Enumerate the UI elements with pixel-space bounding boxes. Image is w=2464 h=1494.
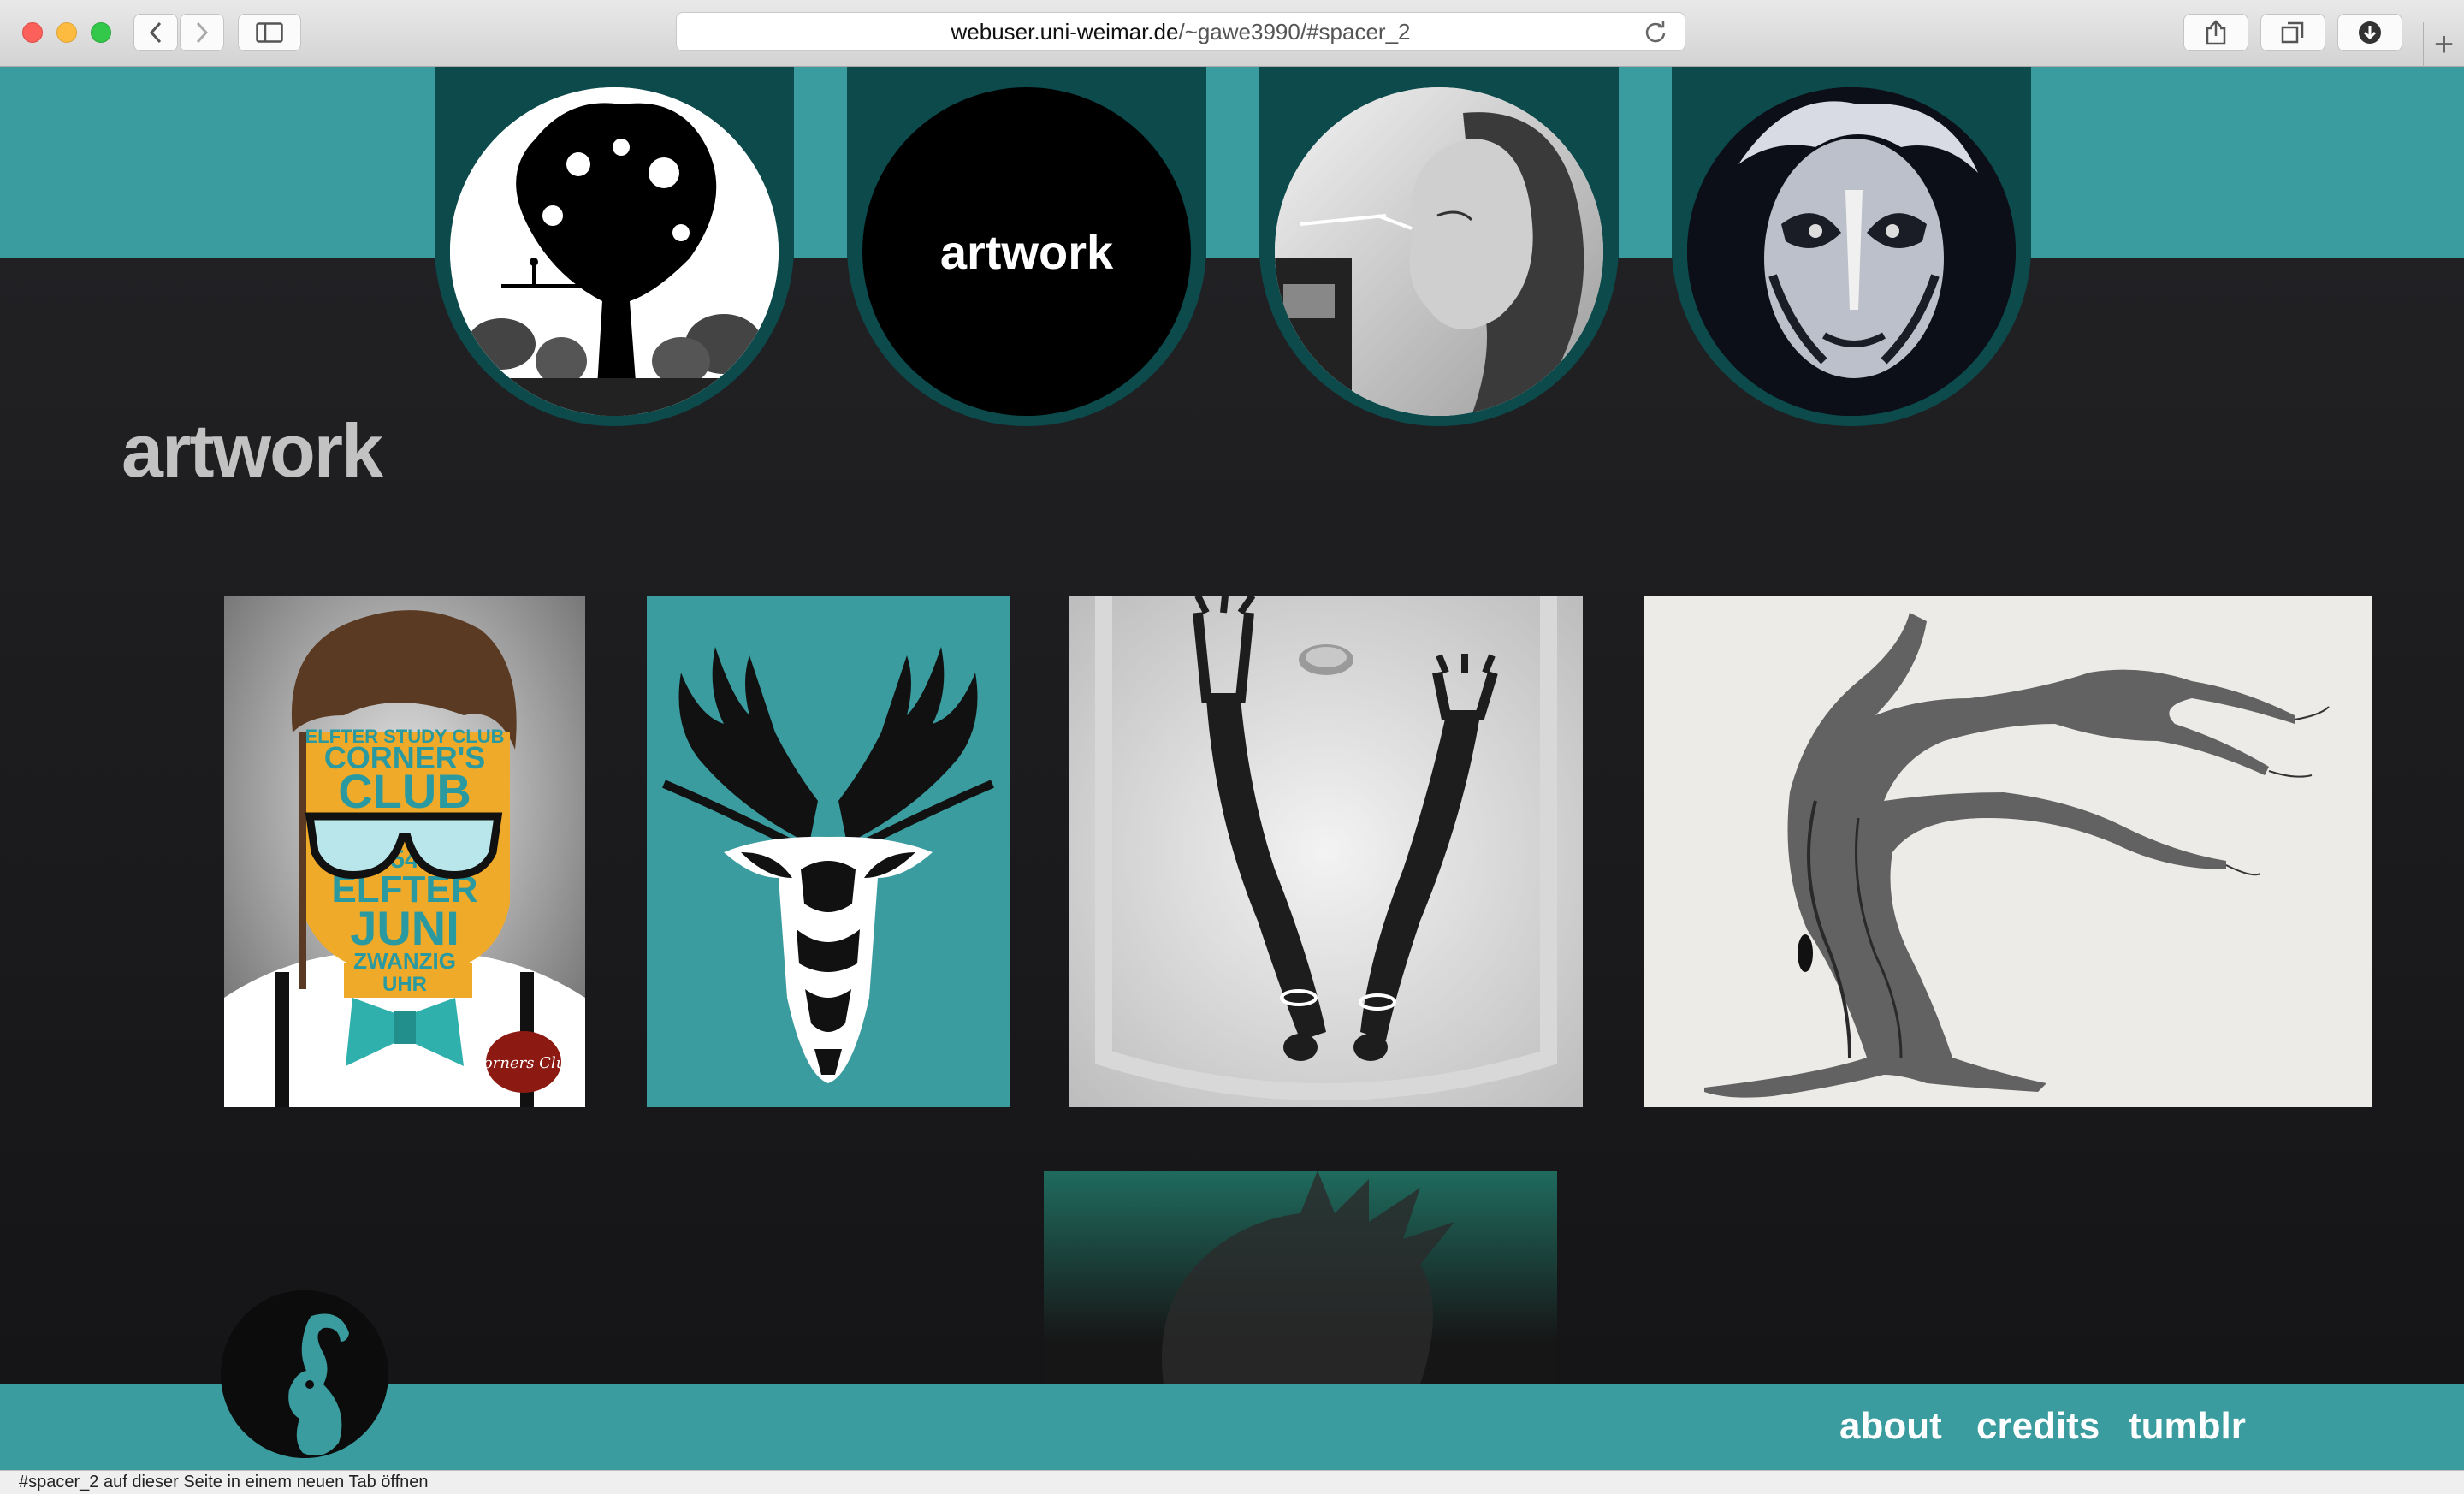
share-button[interactable] (2183, 14, 2248, 51)
sidebar-toggle-button[interactable] (238, 14, 301, 51)
browser-toolbar: webuser.uni-weimar.de/~gawe3990/#spacer_… (0, 0, 2464, 67)
site-logo[interactable] (221, 1290, 388, 1458)
creature-silhouette (1162, 1171, 1454, 1384)
poster-text-line: JUNI (350, 901, 459, 955)
artwork-item[interactable] (1644, 596, 2372, 1107)
artwork-item-partial[interactable] (1044, 1171, 1557, 1384)
address-bar[interactable]: webuser.uni-weimar.de/~gawe3990/#spacer_… (676, 12, 1685, 51)
reload-icon[interactable] (1644, 20, 1667, 44)
zoom-window-button[interactable] (91, 22, 111, 43)
girl-drinking-photo (1275, 87, 1603, 416)
sidebar-icon (256, 22, 283, 43)
forward-button[interactable] (180, 14, 224, 51)
deer-artwork (647, 596, 1010, 1107)
url-path: /~gawe3990/#spacer_2 (1178, 18, 1411, 44)
nav-item-artwork[interactable]: artwork (847, 67, 1206, 426)
poster-text-line: CLUB (338, 764, 471, 818)
artwork-item[interactable]: ELFTER STUDY CLUB CORNER'S CLUB 54 ELFTE… (224, 596, 585, 1107)
nav-item-photo[interactable] (1259, 67, 1619, 426)
chevron-right-icon (196, 21, 209, 44)
url-host: webuser.uni-weimar.de (951, 18, 1179, 44)
page: artwork artwork ELFTER STUDY CLUB CORNER… (0, 67, 2464, 1470)
section-title: artwork (121, 408, 383, 493)
close-window-button[interactable] (22, 22, 43, 43)
nav-item-tree[interactable] (435, 67, 794, 426)
header-band (0, 67, 2464, 258)
status-bar: #spacer_2 auf dieser Seite in einem neue… (0, 1470, 2464, 1494)
footer-link-credits[interactable]: credits (1976, 1405, 2100, 1448)
poster-text-line: ZWANZIG (353, 948, 456, 974)
bathtub-artwork (1069, 596, 1583, 1107)
artwork-item[interactable] (1069, 596, 1583, 1107)
nav-item-portrait[interactable] (1672, 67, 2031, 426)
tree-drawing-artwork (1644, 596, 2372, 1107)
downloads-button[interactable] (2337, 14, 2402, 51)
tabs-icon (2281, 21, 2304, 44)
figure-logo-icon (221, 1290, 388, 1458)
tabs-overview-button[interactable] (2260, 14, 2325, 51)
face-paint-portrait (1687, 87, 2016, 416)
footer-link-about[interactable]: about (1839, 1405, 1942, 1448)
download-icon (2359, 21, 2381, 44)
poster-text-line: UHR (382, 973, 427, 996)
artwork-item[interactable] (647, 596, 1010, 1107)
poster-artwork: ELFTER STUDY CLUB CORNER'S CLUB 54 ELFTE… (224, 596, 585, 1107)
chevron-left-icon (149, 21, 162, 44)
nav-item-label: artwork (939, 224, 1114, 279)
share-icon (2206, 20, 2226, 45)
tree-silhouette-icon (450, 87, 779, 416)
new-tab-button[interactable]: + (2423, 22, 2464, 67)
poster-badge: Corners Club (471, 1054, 576, 1072)
minimize-window-button[interactable] (56, 22, 77, 43)
back-button[interactable] (133, 14, 178, 51)
footer-link-tumblr[interactable]: tumblr (2129, 1405, 2246, 1448)
